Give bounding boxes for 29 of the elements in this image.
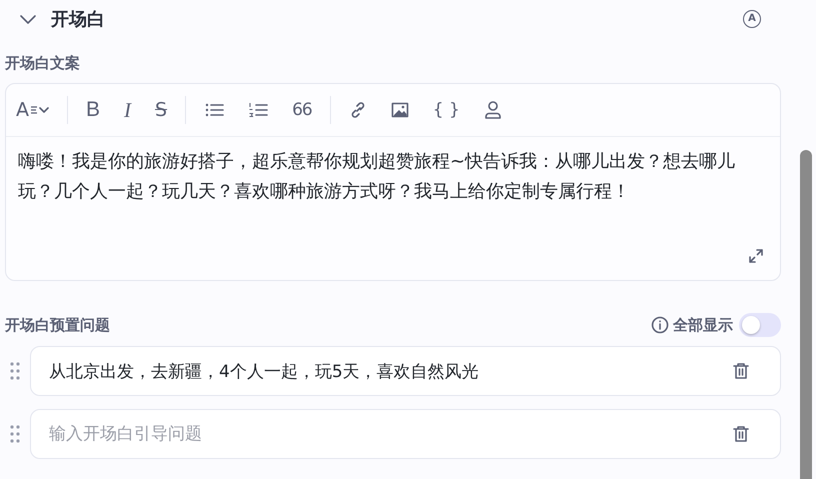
toggle-label: 全部显示 [673,316,733,334]
a-circle-icon: A [743,10,761,28]
link-icon[interactable] [348,101,367,119]
info-icon [651,316,669,334]
toggle-switch[interactable] [739,313,781,337]
strikethrough-button[interactable]: S [155,99,168,121]
italic-button[interactable]: I [124,98,132,122]
bullet-list-icon[interactable] [204,101,224,119]
editor-text[interactable]: 嗨喽！我是你的旅游好搭子，超乐意帮你规划超赞旅程~快告诉我：从哪儿出发？想去哪儿玩？几个人一起？玩几天？喜欢哪种旅游方式呀？我马上给你定制专属行程！ [18,147,762,207]
question-field[interactable]: 从北京出发，去新疆，4个人一起，玩5天，喜欢自然风光 [30,346,781,396]
image-icon[interactable] [390,101,409,119]
numbered-list-icon[interactable] [248,101,268,119]
field-label: 开场白预置问题 [5,316,110,334]
quote-button[interactable]: 66 [292,100,312,120]
font-size-button[interactable]: A [16,99,49,121]
trash-icon[interactable] [733,425,749,443]
drag-handle-icon[interactable] [10,425,20,443]
scrollbar[interactable] [800,150,812,479]
person-icon[interactable] [484,100,502,120]
section-title: 开场白 [51,8,105,31]
code-button[interactable]: { } [432,100,460,120]
question-field[interactable]: 输入开场白引导问题 [30,409,781,459]
lines-icon [30,104,38,116]
field-label: 开场白文案 [5,54,81,73]
expand-icon[interactable] [748,248,764,264]
drag-handle-icon[interactable] [10,362,20,380]
bold-button[interactable]: B [86,98,100,122]
caret-icon [39,106,49,114]
trash-icon[interactable] [733,362,749,380]
